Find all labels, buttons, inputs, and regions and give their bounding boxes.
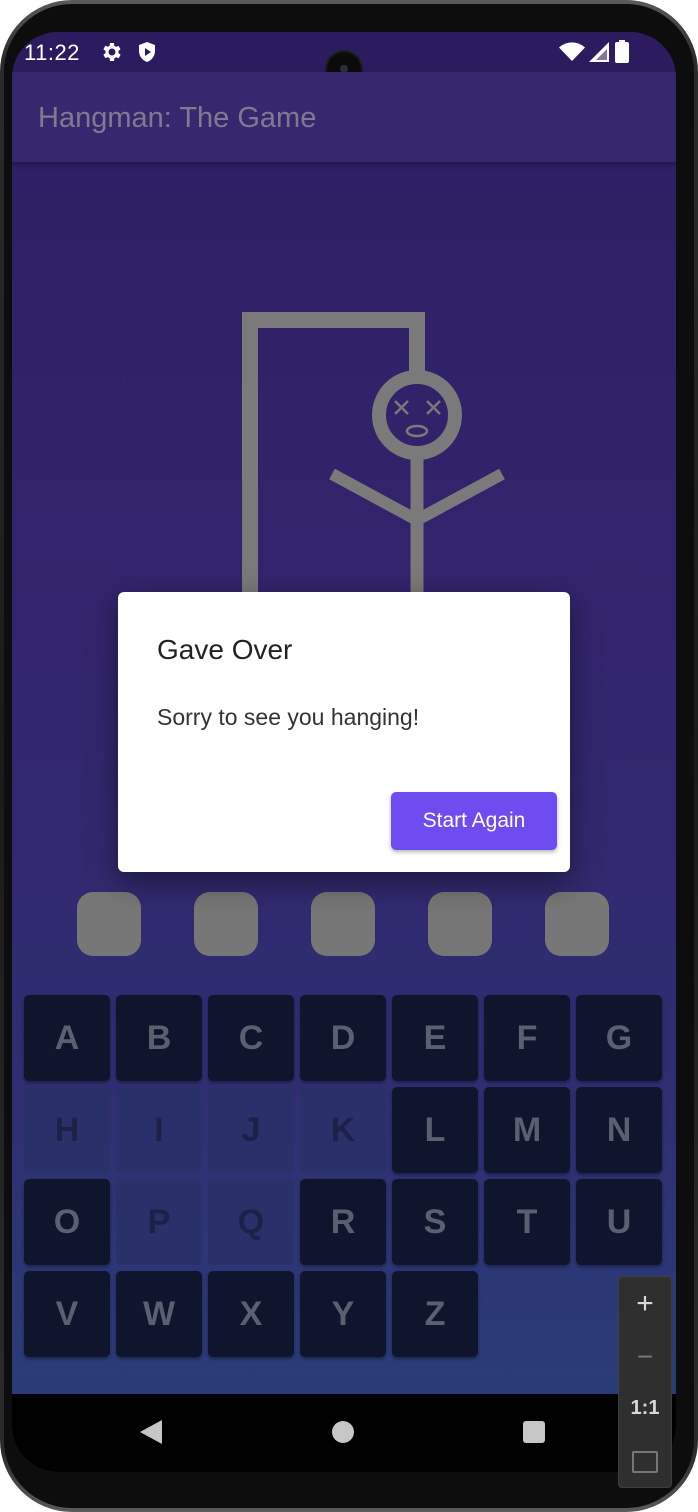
key-t[interactable]: T — [484, 1179, 570, 1265]
key-g[interactable]: G — [576, 995, 662, 1081]
letter-slot — [77, 892, 141, 956]
hangman-right-arm — [414, 468, 505, 526]
phone-screen: 11:22 Hangman: The Game A B C D E F G H … — [12, 32, 676, 1472]
navigation-bar — [12, 1394, 676, 1472]
key-f[interactable]: F — [484, 995, 570, 1081]
key-p: P — [116, 1179, 202, 1265]
fit-screen-icon[interactable] — [632, 1451, 658, 1473]
zoom-out-button[interactable]: − — [619, 1341, 671, 1373]
key-q: Q — [208, 1179, 294, 1265]
key-u[interactable]: U — [576, 1179, 662, 1265]
wifi-icon — [559, 42, 585, 61]
home-icon[interactable] — [332, 1421, 354, 1443]
key-e[interactable]: E — [392, 995, 478, 1081]
signal-icon — [589, 42, 609, 62]
shield-play-icon — [139, 42, 155, 62]
gear-icon — [103, 43, 121, 61]
key-d[interactable]: D — [300, 995, 386, 1081]
zoom-in-button[interactable]: + — [619, 1287, 671, 1321]
hangman-head — [372, 370, 462, 460]
key-c[interactable]: C — [208, 995, 294, 1081]
key-v[interactable]: V — [24, 1271, 110, 1357]
key-b[interactable]: B — [116, 995, 202, 1081]
letter-slot — [311, 892, 375, 956]
key-s[interactable]: S — [392, 1179, 478, 1265]
key-n[interactable]: N — [576, 1087, 662, 1173]
key-w[interactable]: W — [116, 1271, 202, 1357]
word-slots — [77, 892, 617, 958]
dialog-message: Sorry to see you hanging! — [157, 704, 420, 730]
hangman-drawing — [242, 312, 505, 622]
dialog-title: Gave Over — [157, 634, 293, 665]
hangman-left-arm — [329, 468, 420, 526]
key-r[interactable]: R — [300, 1179, 386, 1265]
letter-slot — [545, 892, 609, 956]
status-time: 11:22 — [24, 40, 80, 65]
letter-slot — [428, 892, 492, 956]
recents-icon[interactable] — [523, 1421, 545, 1443]
key-z[interactable]: Z — [392, 1271, 478, 1357]
key-a[interactable]: A — [24, 995, 110, 1081]
key-l[interactable]: L — [392, 1087, 478, 1173]
key-k: K — [300, 1087, 386, 1173]
start-again-button[interactable]: Start Again — [391, 792, 557, 850]
game-over-dialog: Gave Over Sorry to see you hanging! Star… — [118, 592, 570, 872]
key-x[interactable]: X — [208, 1271, 294, 1357]
app-bar: Hangman: The Game — [12, 72, 676, 162]
zoom-controls: + − 1:1 — [618, 1276, 672, 1488]
key-h: H — [24, 1087, 110, 1173]
key-m[interactable]: M — [484, 1087, 570, 1173]
letter-slot — [194, 892, 258, 956]
key-i: I — [116, 1087, 202, 1173]
actual-size-button[interactable]: 1:1 — [619, 1397, 671, 1420]
key-o[interactable]: O — [24, 1179, 110, 1265]
key-y[interactable]: Y — [300, 1271, 386, 1357]
battery-icon — [615, 40, 629, 63]
hangman-face — [394, 400, 441, 438]
back-icon[interactable] — [140, 1420, 162, 1444]
app-title: Hangman: The Game — [38, 102, 317, 134]
key-j: J — [208, 1087, 294, 1173]
